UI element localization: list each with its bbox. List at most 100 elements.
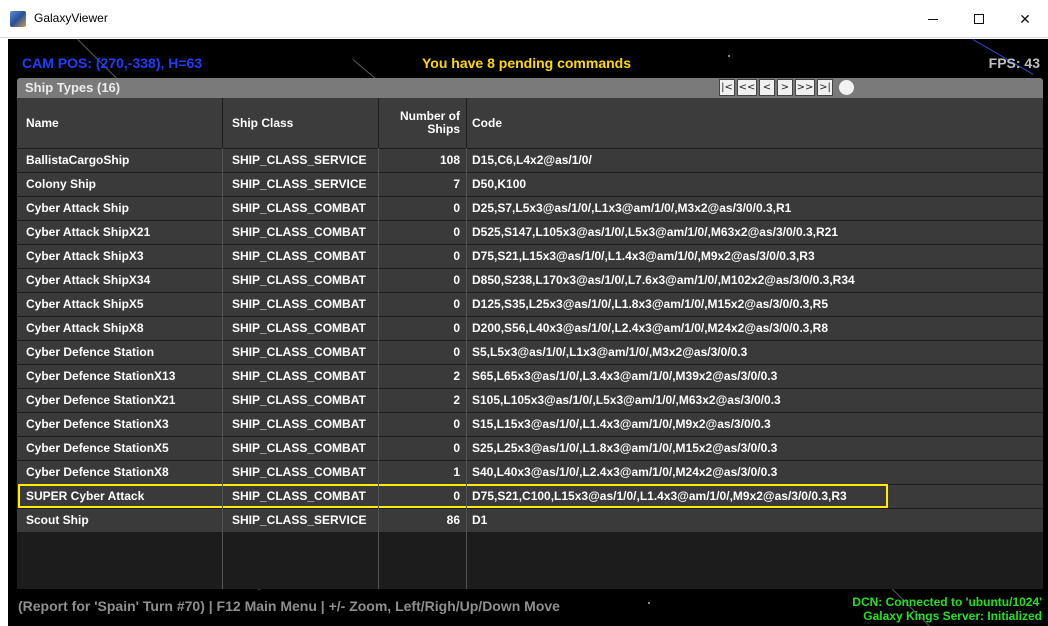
star (648, 602, 650, 604)
table-row[interactable]: Cyber Attack ShipX3 SHIP_CLASS_COMBAT 0 D75… (17, 245, 1043, 268)
column-header-name[interactable]: Name (17, 98, 222, 148)
next-many-button[interactable]: >> (795, 79, 815, 96)
cell-ship-class: SHIP_CLASS_COMBAT (223, 221, 378, 244)
status-dot-icon[interactable] (839, 80, 854, 95)
minimize-button[interactable] (910, 0, 956, 38)
cell-number-of-ships: 0 (379, 269, 466, 292)
cell-ship-class: SHIP_CLASS_SERVICE (223, 509, 378, 532)
table-row[interactable]: Cyber Attack ShipX34 SHIP_CLASS_COMBAT 0 D8… (17, 269, 1043, 292)
cell-number-of-ships: 86 (379, 509, 466, 532)
cell-ship-class: SHIP_CLASS_COMBAT (223, 197, 378, 220)
minimize-icon (928, 18, 938, 20)
cell-ship-class: SHIP_CLASS_COMBAT (223, 437, 378, 460)
column-header-ship-class[interactable]: Ship Class (223, 98, 378, 148)
table-row[interactable]: BallistaCargoShip SHIP_CLASS_SERVICE 108 D1… (17, 149, 1043, 172)
cell-code: D50,K100 (467, 173, 1043, 196)
table-row[interactable]: Cyber Defence StationX21 SHIP_CLASS_COMBA… (17, 389, 1043, 412)
cell-number-of-ships: 7 (379, 173, 466, 196)
game-viewport[interactable]: CAM POS: (270,-338), H=63 You have 8 pen… (8, 39, 1048, 626)
cell-code: D850,S238,L170x3@as/1/0/,L7.6x3@am/1/0/,… (467, 269, 1043, 292)
cell-name: Cyber Attack ShipX34 (17, 269, 222, 292)
cell-name: Cyber Defence StationX13 (17, 365, 222, 388)
cell-code: D1 (467, 509, 1043, 532)
table-row[interactable]: Cyber Attack ShipX21 SHIP_CLASS_COMBAT 0 D5… (17, 221, 1043, 244)
cell-code: D15,C6,L4x2@as/1/0/ (467, 149, 1043, 172)
maximize-button[interactable] (956, 0, 1002, 38)
cell-number-of-ships: 0 (379, 485, 466, 508)
cell-ship-class: SHIP_CLASS_COMBAT (223, 389, 378, 412)
cell-ship-class: SHIP_CLASS_COMBAT (223, 293, 378, 316)
pending-commands: You have 8 pending commands (422, 55, 632, 71)
column-divider (378, 148, 379, 589)
table-row[interactable]: Cyber Attack Ship SHIP_CLASS_COMBAT 0 D25,S… (17, 197, 1043, 220)
next-page-button[interactable]: > (777, 79, 793, 96)
cell-name: Cyber Attack ShipX21 (17, 221, 222, 244)
cell-name: Cyber Attack ShipX8 (17, 317, 222, 340)
cell-number-of-ships: 0 (379, 293, 466, 316)
cell-name: Colony Ship (17, 173, 222, 196)
galaxy-app-icon (10, 11, 26, 27)
close-button[interactable]: ✕ (1002, 0, 1048, 38)
cell-number-of-ships: 0 (379, 413, 466, 436)
window-titlebar: GalaxyViewer ✕ (0, 0, 1048, 38)
cell-number-of-ships: 1 (379, 461, 466, 484)
ship-types-table: Name Ship Class Number of Ships Code Bal… (17, 98, 1043, 589)
cell-name: Cyber Defence StationX8 (17, 461, 222, 484)
cell-code: S15,L15x3@as/1/0/,L1.4x3@am/1/0/,M9x2@as… (467, 413, 1043, 436)
cell-name: Cyber Defence StationX3 (17, 413, 222, 436)
cell-ship-class: SHIP_CLASS_COMBAT (223, 269, 378, 292)
cell-number-of-ships: 2 (379, 389, 466, 412)
cell-ship-class: SHIP_CLASS_COMBAT (223, 461, 378, 484)
table-row[interactable]: SUPER Cyber Attack SHIP_CLASS_COMBAT 0 D75,… (17, 485, 1043, 508)
connection-text: DCN: Connected to 'ubuntu/1024' (852, 595, 1042, 609)
table-row[interactable]: Cyber Attack ShipX8 SHIP_CLASS_COMBAT 0 D20… (17, 317, 1043, 340)
cell-number-of-ships: 0 (379, 197, 466, 220)
table-row[interactable]: Cyber Defence Station SHIP_CLASS_COMBAT 0 S… (17, 341, 1043, 364)
cell-number-of-ships: 0 (379, 317, 466, 340)
cell-name: BallistaCargoShip (17, 149, 222, 172)
column-header-number-of-ships[interactable]: Number of Ships (379, 98, 466, 148)
cell-number-of-ships: 0 (379, 341, 466, 364)
server-status-text: Galaxy Kings Server: Initialized (863, 609, 1042, 623)
cell-ship-class: SHIP_CLASS_COMBAT (223, 413, 378, 436)
cell-code: D125,S35,L25x3@as/1/0/,L1.8x3@am/1/0/,M1… (467, 293, 1043, 316)
prev-many-button[interactable]: << (737, 79, 757, 96)
table-row[interactable]: Cyber Defence StationX8 SHIP_CLASS_COMBAT… (17, 461, 1043, 484)
cell-name: Cyber Defence StationX5 (17, 437, 222, 460)
cell-name: Cyber Defence StationX21 (17, 389, 222, 412)
table-row[interactable]: Cyber Defence StationX13 SHIP_CLASS_COMBA… (17, 365, 1043, 388)
cell-ship-class: SHIP_CLASS_COMBAT (223, 317, 378, 340)
cell-number-of-ships: 0 (379, 437, 466, 460)
table-row[interactable]: Scout Ship SHIP_CLASS_SERVICE 86 D1 (17, 509, 1043, 532)
column-header-code[interactable]: Code (467, 98, 1043, 148)
column-divider (222, 148, 223, 589)
cell-code: S65,L65x3@as/1/0/,L3.4x3@am/1/0/,M39x2@a… (467, 365, 1043, 388)
first-page-button[interactable]: |< (719, 79, 735, 96)
cell-name: Cyber Attack ShipX5 (17, 293, 222, 316)
cell-ship-class: SHIP_CLASS_COMBAT (223, 341, 378, 364)
cell-number-of-ships: 0 (379, 221, 466, 244)
cell-name: Cyber Attack ShipX3 (17, 245, 222, 268)
table-row[interactable]: Colony Ship SHIP_CLASS_SERVICE 7 D50,K100 (17, 173, 1043, 196)
cell-name: Scout Ship (17, 509, 222, 532)
cell-code: S40,L40x3@as/1/0/,L2.4x3@am/1/0/,M24x2@a… (467, 461, 1043, 484)
last-page-button[interactable]: >| (817, 79, 833, 96)
star (728, 55, 730, 57)
table-row[interactable]: Cyber Defence StationX3 SHIP_CLASS_COMBAT… (17, 413, 1043, 436)
cell-code: D200,S56,L40x3@as/1/0/,L2.4x3@am/1/0/,M2… (467, 317, 1043, 340)
cell-number-of-ships: 0 (379, 245, 466, 268)
prev-page-button[interactable]: < (759, 79, 775, 96)
cell-number-of-ships: 108 (379, 149, 466, 172)
cell-name: SUPER Cyber Attack (17, 485, 222, 508)
cell-code: D25,S7,L5x3@as/1/0/,L1x3@am/1/0/,M3x2@as… (467, 197, 1043, 220)
cell-ship-class: SHIP_CLASS_SERVICE (223, 173, 378, 196)
table-row[interactable]: Cyber Attack ShipX5 SHIP_CLASS_COMBAT 0 D12… (17, 293, 1043, 316)
cell-name: Cyber Attack Ship (17, 197, 222, 220)
cell-code: D75,S21,L15x3@as/1/0/,L1.4x3@am/1/0/,M9x… (467, 245, 1043, 268)
cell-code: D75,S21,C100,L15x3@as/1/0/,L1.4x3@am/1/0… (467, 485, 1043, 508)
cell-code: D525,S147,L105x3@as/1/0/,L5x3@am/1/0/,M6… (467, 221, 1043, 244)
table-row[interactable]: Cyber Defence StationX5 SHIP_CLASS_COMBAT… (17, 437, 1043, 460)
maximize-icon (974, 14, 984, 24)
camera-position: CAM POS: (270,-338), H=63 (22, 55, 203, 71)
cell-ship-class: SHIP_CLASS_COMBAT (223, 365, 378, 388)
